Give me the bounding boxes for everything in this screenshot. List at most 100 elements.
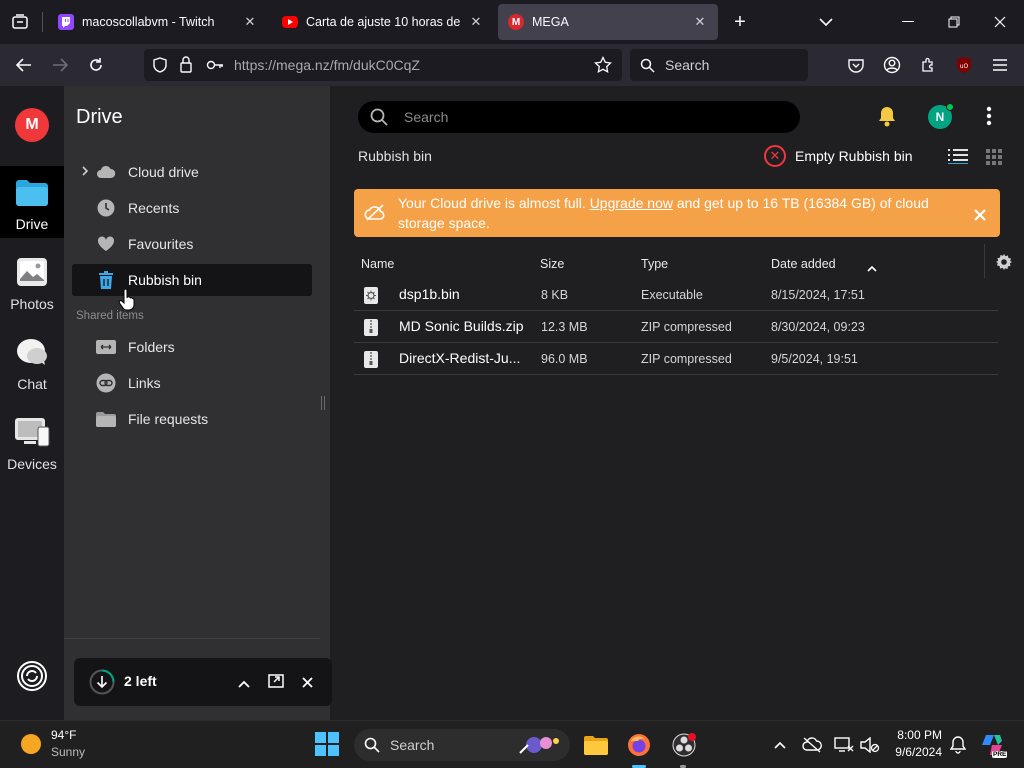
column-header-size[interactable]: Size xyxy=(540,257,564,271)
column-header-name[interactable]: Name xyxy=(361,257,394,271)
sidebar-item-folders[interactable]: Folders xyxy=(72,331,312,363)
heart-icon xyxy=(96,234,116,254)
extensions-puzzle-icon[interactable] xyxy=(916,53,940,77)
close-tab-icon[interactable]: ✕ xyxy=(692,14,708,30)
clock-date[interactable]: 9/6/2024 xyxy=(890,745,942,759)
tab-youtube[interactable]: Carta de ajuste 10 horas de dura ✕ xyxy=(272,4,494,40)
empty-rubbish-bin-button[interactable]: ✕ Empty Rubbish bin xyxy=(764,145,913,167)
sidebar-item-recents[interactable]: Recents xyxy=(72,192,312,224)
notifications-bell-icon[interactable] xyxy=(877,105,897,130)
list-tabs-chevron-down-icon[interactable] xyxy=(814,10,838,34)
upgrade-now-link[interactable]: Upgrade now xyxy=(590,195,673,211)
expand-chevron-up-icon[interactable] xyxy=(238,676,250,691)
windows-start-icon[interactable] xyxy=(315,732,339,756)
mega-favicon-icon: M xyxy=(508,14,524,30)
permissions-key-icon[interactable] xyxy=(206,57,224,76)
rail-item-photos[interactable]: Photos xyxy=(0,246,64,318)
file-explorer-icon[interactable] xyxy=(584,733,608,757)
sidebar-item-favourites[interactable]: Favourites xyxy=(72,228,312,260)
search-icon xyxy=(364,737,380,753)
trash-bin-icon xyxy=(96,270,116,290)
url-text[interactable]: https://mega.nz/fm/dukC0CqZ xyxy=(234,57,420,73)
url-path: /fm/dukC0CqZ xyxy=(329,57,420,73)
rail-label: Drive xyxy=(15,216,49,232)
chat-bubble-icon xyxy=(15,337,49,370)
column-header-type[interactable]: Type xyxy=(641,257,668,271)
weather-temperature[interactable]: 94°F xyxy=(51,728,76,742)
clock-icon xyxy=(96,198,116,218)
expand-chevron-right-icon[interactable] xyxy=(82,165,89,179)
search-icon xyxy=(370,108,388,126)
download-progress-icon xyxy=(89,669,115,698)
hamburger-menu-icon[interactable] xyxy=(988,53,1012,77)
tab-overview-icon[interactable] xyxy=(8,10,32,34)
rail-item-devices[interactable]: Devices xyxy=(0,406,64,478)
network-icon[interactable] xyxy=(832,733,856,757)
table-row[interactable]: dsp1b.bin 8 KB Executable 8/15/2024, 17:… xyxy=(354,279,998,311)
grid-view-icon[interactable] xyxy=(986,149,1002,168)
open-transfers-icon[interactable] xyxy=(268,674,284,691)
sidebar-resize-handle[interactable] xyxy=(321,396,325,410)
tab-separator xyxy=(42,12,43,32)
close-circle-icon: ✕ xyxy=(764,145,786,167)
mega-logo[interactable]: M xyxy=(15,108,49,142)
file-name: MD Sonic Builds.zip xyxy=(399,318,524,334)
mega-search-input[interactable]: Search xyxy=(358,101,800,133)
account-icon[interactable] xyxy=(880,53,904,77)
sidebar-title: Drive xyxy=(76,106,123,128)
forward-arrow-icon[interactable] xyxy=(48,53,72,77)
back-arrow-icon[interactable] xyxy=(12,53,36,77)
sidebar-item-rubbish-bin[interactable]: Rubbish bin xyxy=(72,264,312,296)
close-tab-icon[interactable]: ✕ xyxy=(468,14,484,30)
sidebar-item-links[interactable]: Links xyxy=(72,367,312,399)
sidebar-item-label: Folders xyxy=(128,339,175,355)
onedrive-offline-icon[interactable] xyxy=(800,733,824,757)
column-settings-gear-icon[interactable] xyxy=(996,254,1012,273)
minimize-window-icon[interactable] xyxy=(896,10,920,34)
bookmark-star-icon[interactable] xyxy=(594,55,612,77)
reload-icon[interactable] xyxy=(84,53,108,77)
firefox-icon[interactable] xyxy=(627,733,651,757)
ublock-origin-icon[interactable]: uO xyxy=(952,53,976,77)
clock-time[interactable]: 8:00 PM xyxy=(896,728,942,742)
taskbar-search-box[interactable]: Search xyxy=(354,729,570,761)
cloud-icon xyxy=(96,162,116,182)
rail-label: Chat xyxy=(17,376,47,392)
padlock-icon[interactable] xyxy=(179,56,193,76)
address-bar[interactable]: https://mega.nz/fm/dukC0CqZ xyxy=(144,49,622,81)
tab-twitch[interactable]: macoscollabvm - Twitch ✕ xyxy=(48,4,268,40)
tracking-protection-shield-icon[interactable] xyxy=(152,57,168,76)
rail-item-drive[interactable]: Drive xyxy=(0,166,64,238)
browser-search-box[interactable]: Search xyxy=(630,49,808,81)
sidebar-item-cloud-drive[interactable]: Cloud drive xyxy=(72,156,312,188)
obs-studio-icon[interactable] xyxy=(672,733,696,757)
drive-sidebar: Drive Cloud drive Recents Favourites Rub… xyxy=(64,86,330,720)
sidebar-item-file-requests[interactable]: File requests xyxy=(72,403,312,435)
transfer-manager-widget[interactable]: 2 left xyxy=(74,658,332,706)
table-row[interactable]: DirectX-Redist-Ju... 96.0 MB ZIP compres… xyxy=(354,343,998,375)
close-widget-icon[interactable] xyxy=(302,676,313,691)
mega-sync-icon[interactable] xyxy=(16,660,48,692)
sort-ascending-chevron-up-icon[interactable] xyxy=(867,260,877,275)
close-tab-icon[interactable]: ✕ xyxy=(242,14,258,30)
more-options-kebab-icon[interactable] xyxy=(986,106,992,129)
show-hidden-icons-chevron-up-icon[interactable] xyxy=(768,733,792,757)
pocket-icon[interactable] xyxy=(844,53,868,77)
column-header-date-added[interactable]: Date added xyxy=(771,257,836,271)
file-manager-main: Search N Rubbish bin ✕ Empty Rubbish bin… xyxy=(330,86,1024,720)
dismiss-banner-close-icon[interactable] xyxy=(974,206,986,226)
file-request-folder-icon xyxy=(96,409,116,429)
banner-prefix: Your Cloud drive is almost full. xyxy=(398,195,590,211)
notification-bell-icon[interactable] xyxy=(946,733,970,757)
tab-mega[interactable]: M MEGA ✕ xyxy=(498,4,718,40)
list-view-icon[interactable] xyxy=(947,148,969,167)
search-highlight-icon xyxy=(516,733,562,760)
restore-window-icon[interactable] xyxy=(942,10,966,34)
close-window-icon[interactable] xyxy=(988,10,1012,34)
svg-text:uO: uO xyxy=(960,63,969,70)
tab-title: macoscollabvm - Twitch xyxy=(82,15,215,29)
rail-item-chat[interactable]: Chat xyxy=(0,326,64,398)
table-row[interactable]: MD Sonic Builds.zip 12.3 MB ZIP compress… xyxy=(354,311,998,343)
volume-muted-icon[interactable] xyxy=(858,733,882,757)
new-tab-icon[interactable]: + xyxy=(728,10,752,34)
